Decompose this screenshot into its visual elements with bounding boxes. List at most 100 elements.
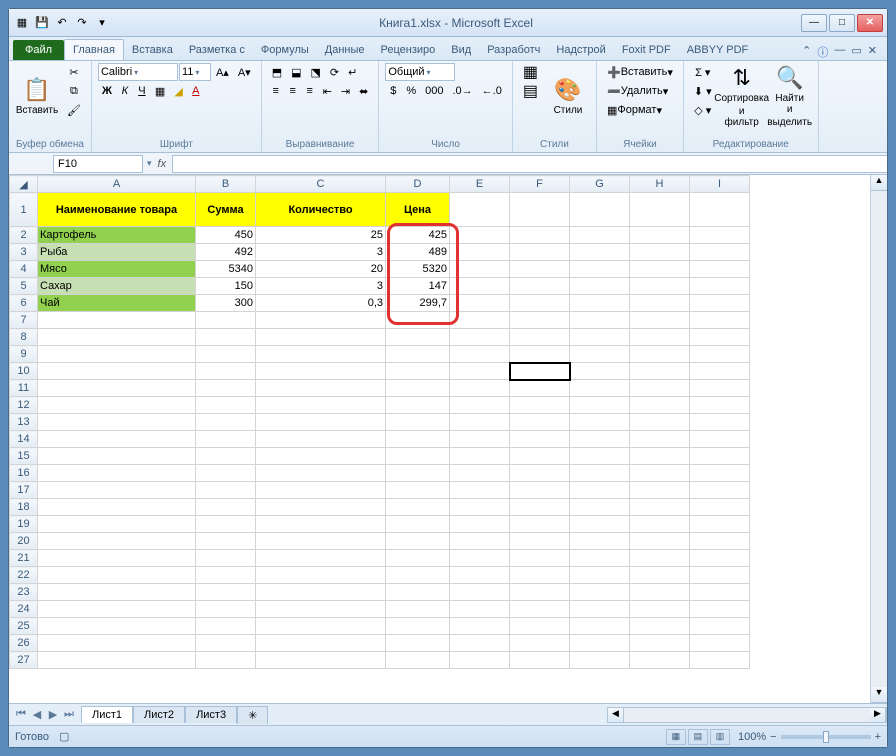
cell[interactable]	[38, 465, 196, 482]
row-header[interactable]: 14	[10, 431, 38, 448]
col-header[interactable]: G	[570, 176, 630, 193]
cell[interactable]	[386, 618, 450, 635]
cell[interactable]	[196, 380, 256, 397]
cell[interactable]	[690, 482, 750, 499]
cell[interactable]	[450, 329, 510, 346]
cell[interactable]	[570, 380, 630, 397]
cell[interactable]	[630, 363, 690, 380]
row-header[interactable]: 9	[10, 346, 38, 363]
fill-color-icon[interactable]: ◢	[170, 82, 186, 100]
cell[interactable]	[690, 363, 750, 380]
cell[interactable]	[570, 278, 630, 295]
scroll-up-icon[interactable]: ▲	[871, 175, 887, 191]
cell[interactable]	[510, 431, 570, 448]
cell[interactable]	[630, 448, 690, 465]
cell[interactable]	[256, 346, 386, 363]
cell[interactable]	[570, 567, 630, 584]
col-header[interactable]: E	[450, 176, 510, 193]
cell[interactable]	[510, 227, 570, 244]
cell[interactable]	[38, 414, 196, 431]
cell[interactable]	[570, 244, 630, 261]
col-header[interactable]: I	[690, 176, 750, 193]
cell[interactable]: 299,7	[386, 295, 450, 312]
cell[interactable]	[386, 567, 450, 584]
cell[interactable]	[256, 584, 386, 601]
cell[interactable]	[690, 567, 750, 584]
format-table-icon[interactable]: ▤	[519, 82, 542, 100]
sheet-nav-prev-icon[interactable]: ◀	[29, 708, 45, 721]
row-header[interactable]: 24	[10, 601, 38, 618]
cell[interactable]	[256, 312, 386, 329]
cell[interactable]	[386, 448, 450, 465]
qat-more-icon[interactable]: ▾	[93, 14, 111, 32]
cell[interactable]	[690, 516, 750, 533]
cell[interactable]	[630, 312, 690, 329]
cell[interactable]	[450, 482, 510, 499]
tab-formulas[interactable]: Формулы	[253, 40, 317, 60]
cell[interactable]	[510, 295, 570, 312]
cell[interactable]	[386, 601, 450, 618]
row-header[interactable]: 19	[10, 516, 38, 533]
clear-icon[interactable]: ◇ ▾	[690, 101, 716, 119]
cell[interactable]	[630, 278, 690, 295]
cell[interactable]	[38, 363, 196, 380]
cell[interactable]	[196, 431, 256, 448]
cell[interactable]	[630, 482, 690, 499]
view-page-break-icon[interactable]: ▥	[710, 729, 730, 745]
cell[interactable]	[38, 652, 196, 669]
cell[interactable]	[38, 431, 196, 448]
cell[interactable]	[450, 567, 510, 584]
italic-button[interactable]: К	[117, 82, 133, 100]
col-header[interactable]: D	[386, 176, 450, 193]
cell[interactable]	[450, 346, 510, 363]
cell[interactable]	[510, 312, 570, 329]
cell[interactable]	[690, 380, 750, 397]
font-name-combo[interactable]: Calibri▾	[98, 63, 178, 81]
comma-icon[interactable]: 000	[421, 82, 447, 100]
sheet-nav-first-icon[interactable]: ⏮	[13, 708, 29, 721]
scroll-left-icon[interactable]: ◀	[608, 708, 624, 722]
cell[interactable]	[386, 635, 450, 652]
cell[interactable]	[386, 431, 450, 448]
cell[interactable]	[510, 346, 570, 363]
cell[interactable]	[450, 635, 510, 652]
new-sheet-button[interactable]: ✳	[237, 706, 268, 724]
cell[interactable]	[630, 550, 690, 567]
cell[interactable]: 300	[196, 295, 256, 312]
col-header[interactable]: H	[630, 176, 690, 193]
orientation-icon[interactable]: ⟳	[326, 63, 343, 81]
cell[interactable]	[690, 584, 750, 601]
macro-record-icon[interactable]: ▢	[59, 730, 69, 743]
cond-format-icon[interactable]: ▦	[519, 63, 542, 81]
name-box[interactable]: F10	[53, 155, 143, 173]
cell[interactable]	[630, 431, 690, 448]
cell[interactable]: 3	[256, 244, 386, 261]
cell[interactable]	[386, 397, 450, 414]
row-header[interactable]: 5	[10, 278, 38, 295]
cell[interactable]	[196, 618, 256, 635]
cell[interactable]	[630, 397, 690, 414]
find-select-button[interactable]: 🔍Найти ивыделить	[768, 63, 812, 129]
cell[interactable]	[570, 329, 630, 346]
save-icon[interactable]: 💾	[33, 14, 51, 32]
cell[interactable]	[510, 618, 570, 635]
cell[interactable]	[630, 516, 690, 533]
cell[interactable]	[386, 550, 450, 567]
cell[interactable]	[450, 550, 510, 567]
row-header[interactable]: 11	[10, 380, 38, 397]
cell[interactable]	[510, 465, 570, 482]
row-header[interactable]: 17	[10, 482, 38, 499]
cell[interactable]	[630, 499, 690, 516]
cut-icon[interactable]: ✂	[63, 63, 85, 81]
doc-minimize-icon[interactable]: —	[834, 44, 845, 60]
merge-icon[interactable]: ⬌	[355, 82, 372, 100]
cell[interactable]	[450, 431, 510, 448]
tab-developer[interactable]: Разработч	[479, 40, 548, 60]
row-header[interactable]: 2	[10, 227, 38, 244]
cell[interactable]	[570, 533, 630, 550]
cell[interactable]	[570, 414, 630, 431]
cells-delete-button[interactable]: ➖ Удалить ▾	[603, 82, 672, 100]
row-header[interactable]: 16	[10, 465, 38, 482]
cell[interactable]	[450, 448, 510, 465]
fill-icon[interactable]: ⬇ ▾	[690, 82, 716, 100]
